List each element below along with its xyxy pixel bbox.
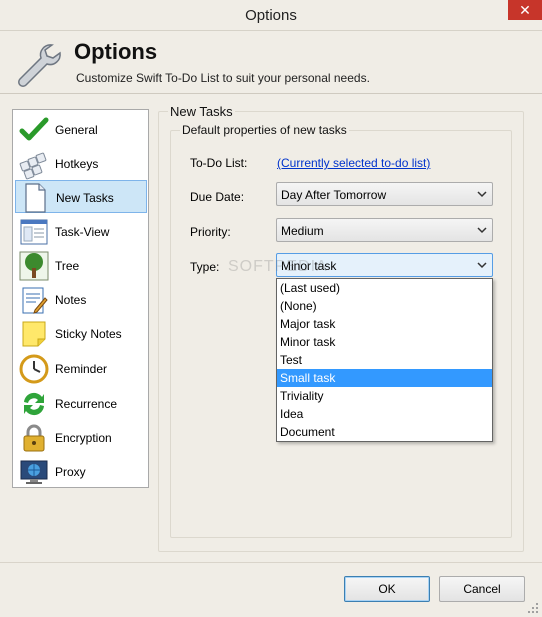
cancel-button[interactable]: Cancel [439, 576, 525, 602]
type-dropdown-list: (Last used) (None) Major task Minor task… [276, 278, 493, 442]
dropdown-option[interactable]: Triviality [277, 387, 492, 405]
dropdown-option-highlighted[interactable]: Small task [277, 369, 492, 387]
notepad-icon [22, 287, 48, 314]
page-title: Options [74, 39, 158, 64]
dropdown-option[interactable]: Document [277, 423, 492, 441]
priority-label: Priority: [190, 225, 231, 239]
chevron-down-icon [477, 191, 487, 198]
type-label: Type: [190, 260, 220, 274]
dropdown-option[interactable]: Major task [277, 315, 492, 333]
sidebar-item-new-tasks[interactable]: New Tasks [15, 180, 147, 213]
window-icon [20, 219, 48, 245]
priority-select[interactable]: Medium [276, 218, 493, 242]
chevron-down-icon [477, 262, 487, 269]
resize-grip-icon[interactable] [527, 602, 539, 614]
sidebar-item-proxy[interactable]: Proxy [15, 455, 147, 488]
dropdown-option[interactable]: Idea [277, 405, 492, 423]
due-date-label: Due Date: [190, 190, 245, 204]
sidebar-item-encryption[interactable]: Encryption [15, 421, 147, 454]
sidebar-item-task-view[interactable]: Task-View [15, 215, 147, 248]
sidebar-item-tree[interactable]: Tree [15, 249, 147, 282]
close-button[interactable]: ✕ [508, 0, 542, 20]
new-tasks-group-title: New Tasks [168, 104, 235, 119]
dropdown-option[interactable]: Minor task [277, 333, 492, 351]
due-date-select[interactable]: Day After Tomorrow [276, 182, 493, 206]
options-sidebar: General Hotkeys New Tasks Task-View Tree… [12, 109, 149, 488]
dropdown-option[interactable]: Test [277, 351, 492, 369]
title-bar: Options ✕ [0, 0, 542, 31]
watermark-text: SOFTPEDIA [228, 258, 328, 275]
sidebar-item-recurrence[interactable]: Recurrence [15, 387, 147, 420]
chevron-down-icon [477, 227, 487, 234]
sidebar-item-reminder[interactable]: Reminder [15, 352, 147, 385]
recurrence-icon [24, 392, 44, 416]
dropdown-option[interactable]: (None) [277, 297, 492, 315]
wrench-icon [18, 44, 61, 87]
todo-list-label: To-Do List: [190, 156, 248, 170]
checkmark-icon [19, 117, 49, 141]
sidebar-item-notes[interactable]: Notes [15, 283, 147, 316]
ok-button[interactable]: OK [344, 576, 430, 602]
defaults-group-title: Default properties of new tasks [180, 123, 349, 137]
dialog-footer: OK Cancel [0, 562, 542, 617]
sticky-note-icon [22, 321, 46, 347]
sidebar-item-hotkeys[interactable]: Hotkeys [15, 147, 147, 180]
dropdown-option[interactable]: (Last used) [277, 279, 492, 297]
options-header: Options Customize Swift To-Do List to su… [0, 31, 542, 94]
window-title: Options [245, 7, 297, 24]
keyboard-icon [19, 152, 47, 180]
sidebar-item-general[interactable]: General [15, 113, 147, 146]
tree-icon [19, 251, 49, 281]
padlock-icon [23, 424, 45, 452]
document-icon [25, 183, 46, 213]
globe-monitor-icon [20, 460, 48, 484]
clock-icon [19, 354, 49, 384]
sidebar-item-sticky-notes[interactable]: Sticky Notes [15, 317, 147, 350]
page-subtitle: Customize Swift To-Do List to suit your … [76, 71, 370, 85]
todo-list-link[interactable]: (Currently selected to-do list) [277, 156, 430, 170]
